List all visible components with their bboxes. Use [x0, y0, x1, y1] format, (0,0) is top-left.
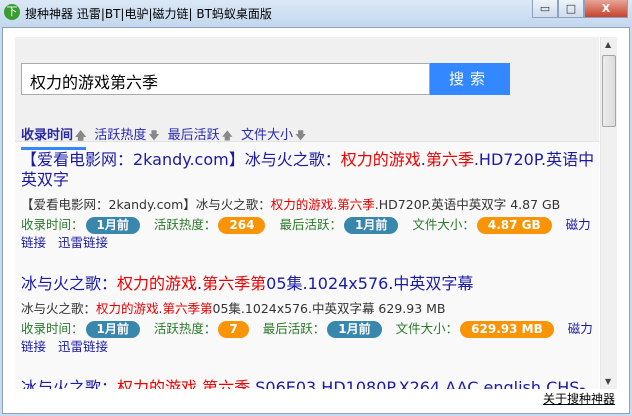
time-badge: 1月前	[85, 217, 140, 234]
app-logo-icon: 下	[4, 4, 20, 20]
size-label: 文件大小：	[412, 217, 475, 232]
search-button[interactable]: 搜索	[430, 63, 510, 95]
up-arrow-icon: 🡅	[221, 129, 233, 142]
time-label: 收录时间：	[21, 217, 84, 232]
result-title-link[interactable]: 【爱看电影网：2kandy.com】冰与火之歌：权力的游戏.第六季.HD720P…	[21, 150, 595, 190]
result-description: 冰与火之歌：权力的游戏.第六季第05集.1024x576.中英双字幕 629.9…	[21, 300, 595, 318]
sort-tab-label: 活跃热度	[94, 128, 147, 143]
down-arrow-icon: 🡇	[295, 129, 307, 142]
result-item: 【爱看电影网：2kandy.com】冰与火之歌：权力的游戏.第六季.HD720P…	[21, 150, 595, 252]
heat-label: 活跃热度：	[153, 321, 217, 336]
scrollbar-thumb[interactable]	[602, 55, 616, 127]
scroll-up-icon[interactable]: ▲	[605, 40, 611, 49]
maximize-button[interactable]: □	[558, 0, 584, 18]
search-input[interactable]: 权力的游戏第六季	[21, 63, 430, 95]
content-panel: 权力的游戏第六季 搜索 收录时间 🡅 活跃热度 🡇 最后活跃 🡅 文件大小 🡇 【爱看电影网：…	[15, 37, 599, 389]
results-list: 【爱看电影网：2kandy.com】冰与火之歌：权力的游戏.第六季.HD720P…	[21, 150, 595, 389]
up-arrow-icon: 🡅	[75, 129, 87, 142]
heat-badge: 7	[218, 321, 249, 338]
title-text: 冰与火之歌：	[21, 378, 118, 389]
size-label: 文件大小：	[395, 321, 459, 336]
result-meta: 收录时间： 1月前 活跃热度： 264 最后活跃： 1月前 文件大小： 4.87 GB 磁力链接…	[21, 216, 595, 252]
title-text: 冰与火之歌：	[21, 274, 118, 293]
result-item: 冰与火之歌：权力的游戏.第六季.S06E03.HD1080P.X264.AAC.…	[21, 378, 595, 389]
last-badge: 1月前	[343, 217, 399, 234]
highlight-text: 权力的游戏	[96, 301, 159, 316]
last-badge: 1月前	[327, 321, 382, 338]
title-text: .S06E03.HD1080P.X264.AAC.english.CHS-	[250, 378, 586, 389]
close-button[interactable]: X	[584, 0, 628, 18]
desc-text: 冰与火之歌：	[21, 301, 97, 316]
highlight-text: 权力的游戏	[117, 378, 198, 389]
last-label: 最后活跃：	[279, 217, 342, 232]
thunder-link[interactable]: 迅雷链接	[58, 235, 108, 250]
thunder-link[interactable]: 迅雷链接	[58, 339, 108, 354]
vertical-scrollbar[interactable]: ▲ ▼	[600, 37, 617, 389]
sort-tab[interactable]: 活跃热度 🡇	[94, 124, 159, 146]
last-label: 最后活跃：	[262, 321, 326, 336]
result-item: 冰与火之歌：权力的游戏.第六季第05集.1024x576.中英双字幕 冰与火之歌：…	[21, 274, 595, 356]
sort-tab-label: 收录时间	[21, 128, 74, 143]
time-label: 收录时间：	[21, 321, 84, 336]
client-area: 权力的游戏第六季 搜索 收录时间 🡅 活跃热度 🡇 最后活跃 🡅 文件大小 🡇 【爱看电影网：…	[2, 27, 630, 414]
desc-text: 05集.1024x576.中英双字幕 629.93 MB	[212, 301, 446, 316]
size-badge: 629.93 MB	[460, 321, 554, 338]
desc-text: .HD720P.英语中英双字 4.87 GB	[374, 197, 561, 212]
highlight-text: 权力的游戏	[340, 150, 421, 169]
heat-badge: 264	[218, 217, 266, 234]
window-title: 搜种神器 迅雷|BT|电驴|磁力链| BT蚂蚁桌面版	[25, 7, 272, 21]
title-text: 05集.1024x576.中英双字幕	[266, 274, 474, 293]
highlight-text: 权力的游戏	[117, 274, 198, 293]
highlight-text: 第六季	[425, 150, 474, 169]
scroll-down-icon[interactable]: ▼	[605, 377, 611, 386]
sort-tab[interactable]: 文件大小 🡇	[241, 124, 306, 146]
desc-text: 【爱看电影网：2kandy.com】冰与火之歌：	[21, 197, 271, 212]
highlight-text: 权力的游戏	[270, 197, 334, 212]
sort-tab[interactable]: 收录时间 🡅	[21, 124, 87, 150]
sort-tab-label: 最后活跃	[167, 128, 220, 143]
time-badge: 1月前	[85, 321, 140, 338]
sort-tabs: 收录时间 🡅 活跃热度 🡇 最后活跃 🡅 文件大小 🡇	[21, 124, 306, 150]
result-title-link[interactable]: 冰与火之歌：权力的游戏.第六季第05集.1024x576.中英双字幕	[21, 274, 595, 294]
sort-tab-label: 文件大小	[240, 128, 293, 143]
highlight-text: 第六季	[337, 197, 375, 212]
search-area: 权力的游戏第六季 搜索 收录时间 🡅 活跃热度 🡇 最后活跃 🡅 文件大小 🡇	[15, 37, 599, 150]
size-badge: 4.87 GB	[476, 217, 552, 234]
heat-label: 活跃热度：	[153, 217, 217, 232]
highlight-text: 第六季第	[202, 274, 267, 293]
result-title-link[interactable]: 冰与火之歌：权力的游戏.第六季.S06E03.HD1080P.X264.AAC.…	[21, 378, 595, 389]
result-meta: 收录时间： 1月前 活跃热度： 7 最后活跃： 1月前 文件大小： 629.93 MB 磁力链接…	[21, 320, 595, 356]
down-arrow-icon: 🡇	[148, 129, 160, 142]
title-bar: 下 搜种神器 迅雷|BT|电驴|磁力链| BT蚂蚁桌面版 ▭ □ X	[0, 0, 632, 27]
result-description: 【爱看电影网：2kandy.com】冰与火之歌：权力的游戏.第六季.HD720P…	[21, 196, 595, 214]
minimize-button[interactable]: ▭	[532, 0, 558, 18]
about-link[interactable]: 关于搜种神器	[543, 390, 615, 407]
title-text: 【爱看电影网：2kandy.com】冰与火之歌：	[21, 150, 341, 169]
highlight-text: 第六季	[202, 378, 251, 389]
highlight-text: 第六季第	[162, 301, 213, 316]
sort-tab[interactable]: 最后活跃 🡅	[168, 124, 233, 146]
